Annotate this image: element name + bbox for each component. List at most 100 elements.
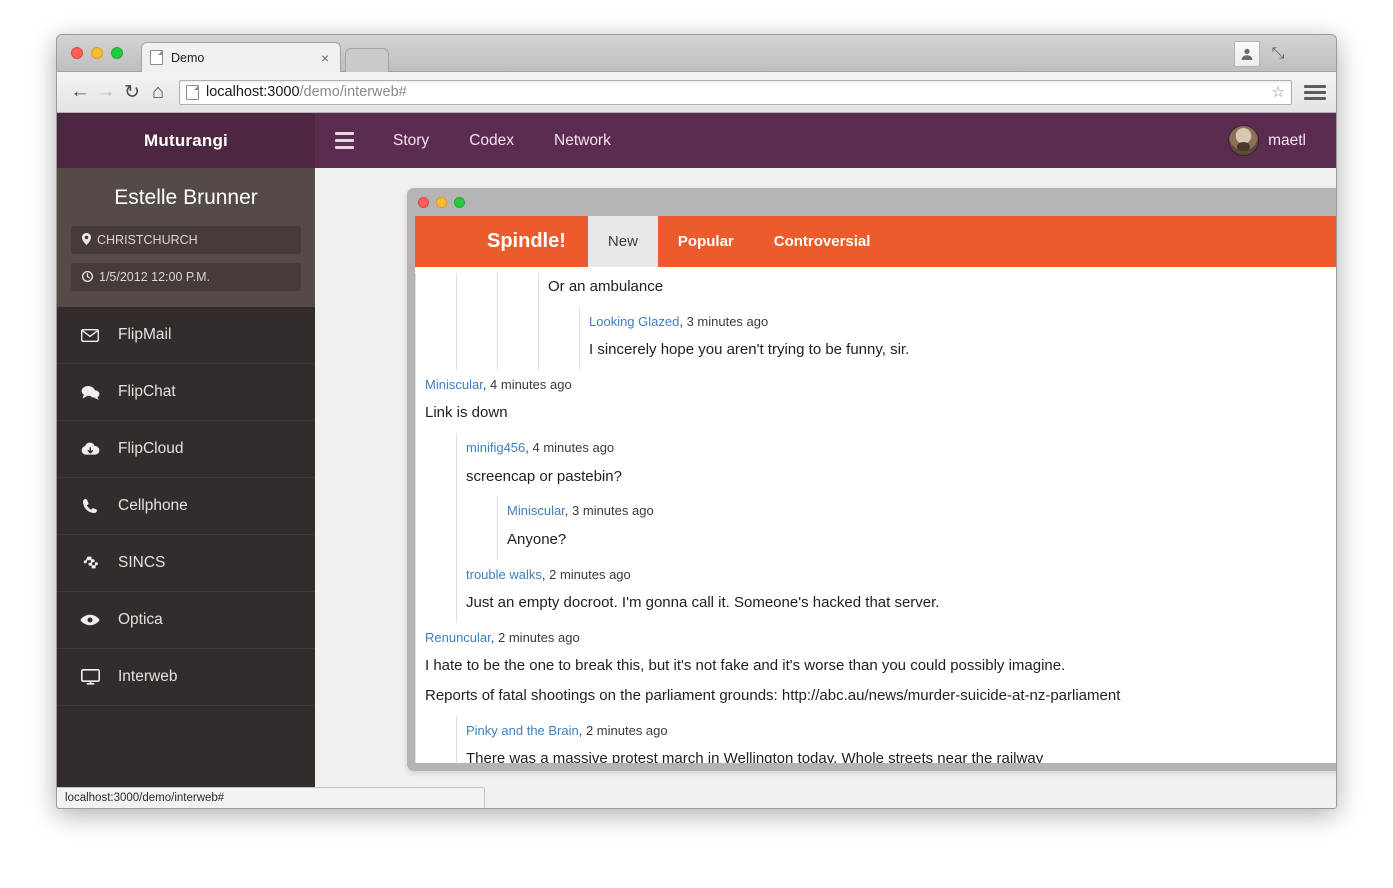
comment-body: Link is down <box>425 404 508 422</box>
tab-popular[interactable]: Popular <box>658 216 754 267</box>
comment-thread: Or an ambulance Looking Glazed, 3 minute… <box>415 267 1336 763</box>
maximize-window-button[interactable] <box>111 47 123 59</box>
comment-meta: Pinky and the Brain, 2 minutes ago <box>457 716 1336 746</box>
thread-level-4: Or an ambulance Looking Glazed, 3 minute… <box>538 273 1336 370</box>
comment-author-link[interactable]: Pinky and the Brain <box>466 723 579 738</box>
envelope-icon <box>79 328 101 342</box>
browser-toolbar: ← → ↻ ⌂ localhost:3000/demo/interweb# ☆ <box>57 72 1336 113</box>
sidebar-item-flipchat[interactable]: FlipChat <box>57 364 315 421</box>
comment-author-link[interactable]: Miniscular <box>507 503 565 518</box>
spindle-page: Spindle! New Popular Controversial Or an… <box>415 216 1336 763</box>
close-icon[interactable]: × <box>318 51 332 65</box>
comment-author-link[interactable]: minifig456 <box>466 440 525 455</box>
comment-body: Just an empty docroot. I'm gonna call it… <box>466 594 940 612</box>
app-brand[interactable]: Muturangi <box>57 113 315 168</box>
sidebar-toggle-icon[interactable] <box>315 113 373 168</box>
sidebar-item-optica[interactable]: Optica <box>57 592 315 649</box>
eye-icon <box>79 614 101 626</box>
comment-body-secondary: Reports of fatal shootings on the parlia… <box>425 687 1121 705</box>
sidebar-item-cellphone[interactable]: Cellphone <box>57 478 315 535</box>
comment-body: I hate to be the one to break this, but … <box>425 657 1066 675</box>
tab-new[interactable]: New <box>587 216 658 267</box>
cloud-download-icon <box>79 442 101 456</box>
thread-level-1: Pinky and the Brain, 2 minutes ago There… <box>456 715 1336 763</box>
spindle-brand[interactable]: Spindle! <box>487 216 588 267</box>
sidebar-item-label: Optica <box>118 611 163 628</box>
tab-controversial[interactable]: Controversial <box>754 216 891 267</box>
sidebar-item-interweb[interactable]: Interweb <box>57 649 315 706</box>
clock-icon <box>81 270 94 284</box>
person-icon[interactable] <box>1234 41 1260 67</box>
comment-author-link[interactable]: Looking Glazed <box>589 314 679 329</box>
comment-body: screencap or pastebin? <box>466 467 622 485</box>
spindle-minimize-button[interactable] <box>436 197 447 208</box>
comment-author-link[interactable]: Renuncular <box>425 630 491 645</box>
spindle-navbar: Spindle! New Popular Controversial <box>415 216 1336 267</box>
puzzle-icon <box>79 556 101 571</box>
comment-author-link[interactable]: Miniscular <box>425 377 483 392</box>
sidebar-item-label: FlipCloud <box>118 440 184 457</box>
page-icon <box>186 84 199 100</box>
window-traffic-lights <box>71 47 123 59</box>
comment-timestamp: , 4 minutes ago <box>525 440 615 456</box>
sidebar-item-sincs[interactable]: SINCS <box>57 535 315 592</box>
comment-timestamp: , 2 minutes ago <box>578 722 668 738</box>
profile-location: CHRISTCHURCH <box>71 226 301 254</box>
spindle-maximize-button[interactable] <box>454 197 465 208</box>
comment-body: Anyone? <box>507 530 567 548</box>
browser-status-bar: localhost:3000/demo/interweb# <box>57 787 485 808</box>
profile-location-label: CHRISTCHURCH <box>97 233 198 247</box>
sidebar-item-label: SINCS <box>118 554 166 571</box>
nav-link-network[interactable]: Network <box>534 113 631 168</box>
browser-menu-icon[interactable] <box>1304 79 1326 105</box>
comment: Pinky and the Brain, 2 minutes ago There… <box>457 716 1336 763</box>
comment: minifig456, 4 minutes ago screencap or p… <box>457 433 1336 496</box>
bookmark-star-icon[interactable]: ☆ <box>1264 83 1285 101</box>
nav-link-codex[interactable]: Codex <box>449 113 534 168</box>
browser-tab-label: Demo <box>171 50 205 65</box>
sidebar-item-flipmail[interactable]: FlipMail <box>57 307 315 364</box>
page-icon <box>150 50 163 65</box>
user-name-label: maetl <box>1268 131 1306 149</box>
nav-link-story[interactable]: Story <box>373 113 449 168</box>
sidebar-item-label: Cellphone <box>118 497 188 514</box>
thread-level-2: Miniscular, 3 minutes ago Anyone? <box>497 496 1336 560</box>
sidebar-profile: Estelle Brunner CHRISTCHURCH 1/5/2012 12… <box>57 168 315 307</box>
comment-timestamp: , 3 minutes ago <box>679 313 769 329</box>
comment-meta: Looking Glazed, 3 minutes ago <box>580 307 1336 337</box>
profile-datetime-label: 1/5/2012 12:00 P.M. <box>99 270 210 284</box>
new-tab-button[interactable] <box>345 48 389 72</box>
comment-meta: Renuncular, 2 minutes ago <box>416 623 1336 653</box>
spindle-close-button[interactable] <box>418 197 429 208</box>
comment-timestamp: , 4 minutes ago <box>482 376 572 392</box>
comments-icon <box>79 385 101 400</box>
profile-name: Estelle Brunner <box>114 186 258 209</box>
home-icon[interactable]: ⌂ <box>145 79 171 105</box>
comment-body: I sincerely hope you aren't trying to be… <box>589 341 910 359</box>
thread-level-1: Or an ambulance Looking Glazed, 3 minute… <box>415 273 1336 370</box>
minimize-window-button[interactable] <box>91 47 103 59</box>
back-icon[interactable]: ← <box>67 79 93 105</box>
desktop-icon <box>79 669 101 685</box>
tabstrip-right-controls: ⤡ <box>1232 41 1290 67</box>
forward-icon[interactable]: → <box>93 79 119 105</box>
comment-meta: trouble walks, 2 minutes ago <box>457 560 1336 590</box>
page-viewport: Muturangi Story Codex Network maetl Este… <box>57 113 1336 808</box>
comment: Looking Glazed, 3 minutes ago I sincerel… <box>580 307 1336 370</box>
sidebar-item-label: Interweb <box>118 668 178 685</box>
sidebar-item-label: FlipChat <box>118 383 176 400</box>
address-bar[interactable]: localhost:3000/demo/interweb# ☆ <box>179 79 1292 105</box>
url-host: localhost:3000 <box>206 84 300 100</box>
browser-tab[interactable]: Demo × <box>141 42 341 72</box>
address-bar-url: localhost:3000/demo/interweb# <box>206 84 407 100</box>
sidebar-item-flipcloud[interactable]: FlipCloud <box>57 421 315 478</box>
fullscreen-icon[interactable]: ⤡ <box>1266 42 1290 66</box>
close-window-button[interactable] <box>71 47 83 59</box>
user-menu[interactable]: maetl <box>1228 113 1336 168</box>
comment-author-link[interactable]: trouble walks <box>466 567 542 582</box>
app-navbar: Muturangi Story Codex Network maetl <box>57 113 1336 168</box>
reload-icon[interactable]: ↻ <box>119 79 145 105</box>
comment-body: There was a massive protest march in Wel… <box>466 750 1044 763</box>
browser-window: Demo × ← → ↻ ⌂ localhost:3000/demo/inter… <box>56 34 1337 809</box>
comment-timestamp: , 2 minutes ago <box>541 566 631 582</box>
